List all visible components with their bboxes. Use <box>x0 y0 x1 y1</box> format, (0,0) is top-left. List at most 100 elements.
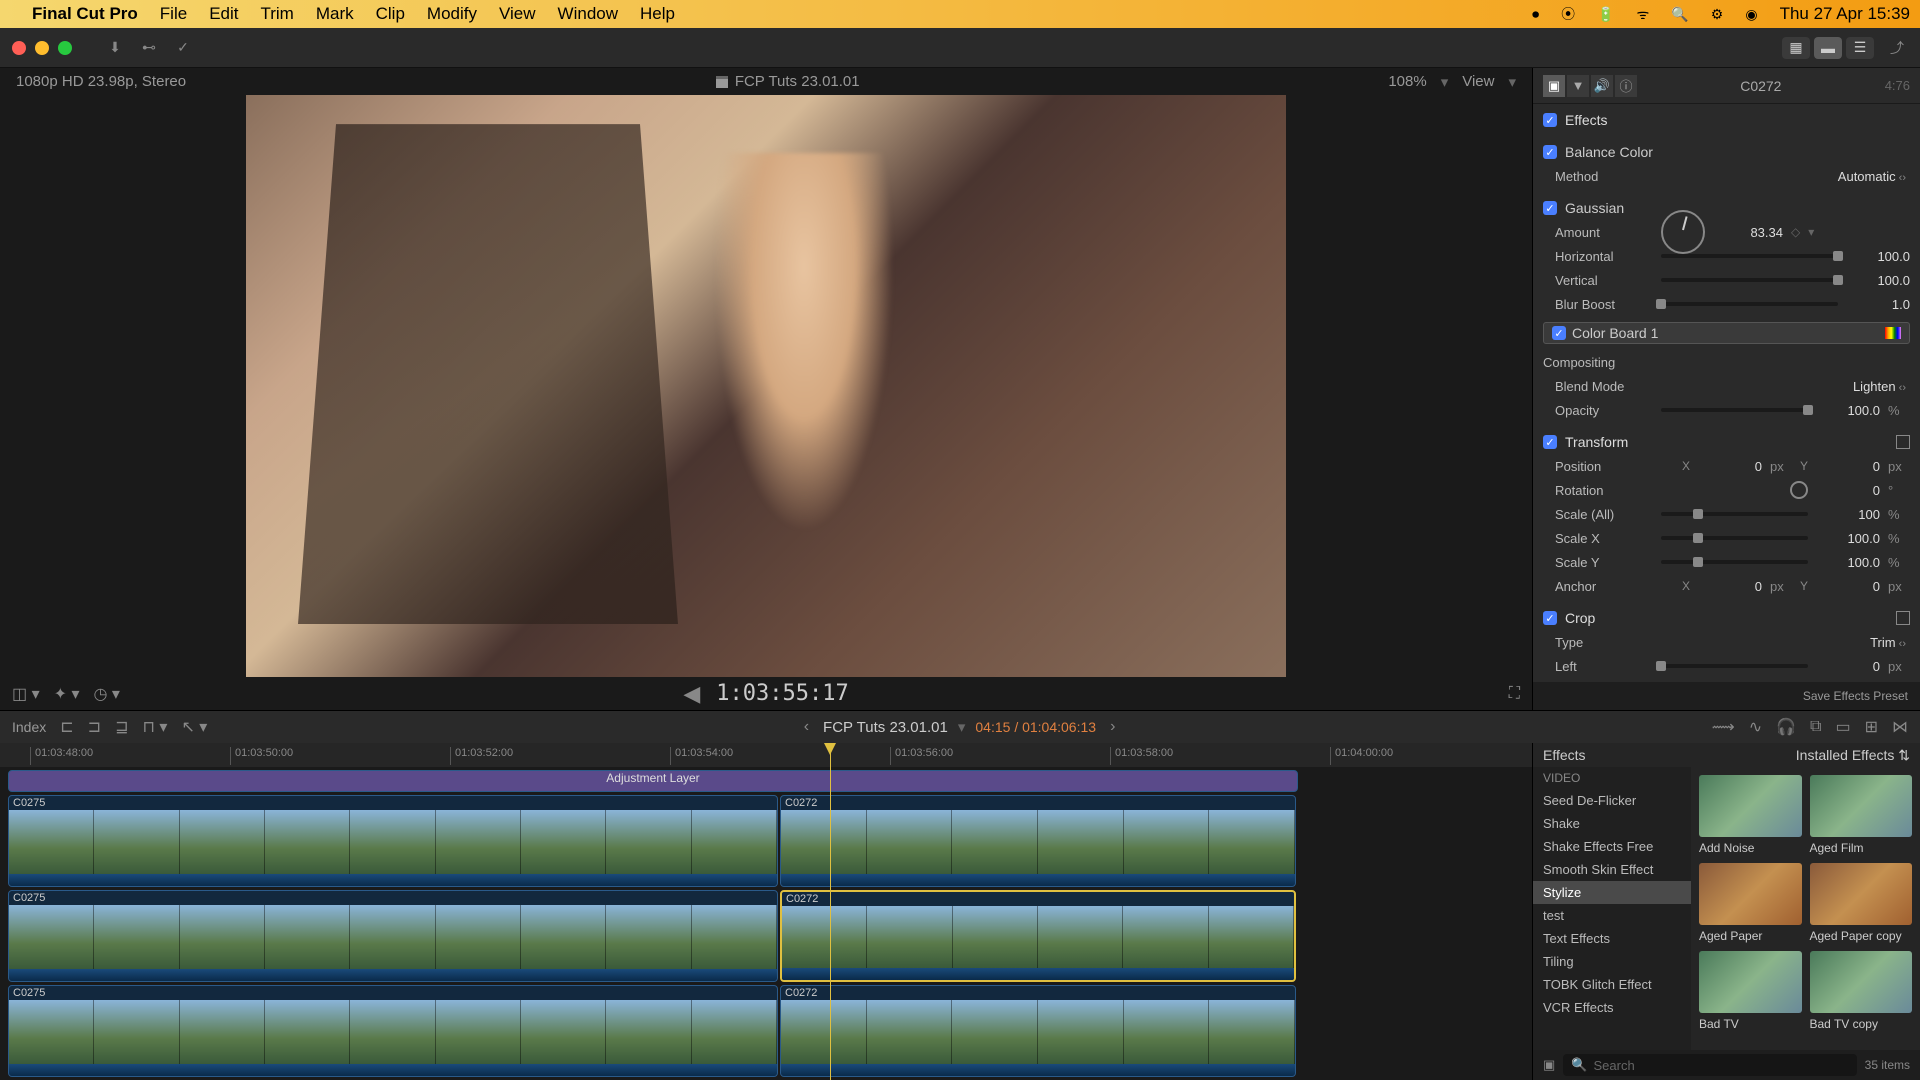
skimming-icon[interactable]: ⟿ <box>1712 717 1735 737</box>
view-menu[interactable]: View <box>1462 73 1494 90</box>
color-inspector-tab[interactable]: ▼ <box>1567 75 1589 97</box>
timeline-ruler[interactable]: 01:03:48:00 01:03:50:00 01:03:52:00 01:0… <box>0 743 1532 767</box>
installed-effects-dropdown[interactable]: Installed Effects ⇅ <box>1796 747 1910 764</box>
menubar-clock[interactable]: Thu 27 Apr 15:39 <box>1780 4 1910 24</box>
amount-keyframe-icon[interactable]: ◇ <box>1791 225 1800 239</box>
menu-modify[interactable]: Modify <box>427 4 477 24</box>
menu-trim[interactable]: Trim <box>260 4 293 24</box>
zoom-level[interactable]: 108% <box>1388 73 1426 90</box>
share-icon[interactable]: ⤴ <box>1886 37 1908 59</box>
rotation-dial[interactable] <box>1790 481 1808 499</box>
anchor-y-value[interactable]: 0 <box>1816 579 1880 594</box>
effect-item[interactable]: Aged Film <box>1810 775 1913 855</box>
battery-icon[interactable]: 🔋 <box>1597 6 1614 23</box>
clip-c0272-top[interactable]: C0272 <box>780 795 1296 887</box>
vertical-value[interactable]: 100.0 <box>1846 273 1910 288</box>
wifi-icon[interactable]: ᯤ <box>1637 5 1650 24</box>
opacity-value[interactable]: 100.0 <box>1816 403 1880 418</box>
overwrite-clip-icon[interactable]: ⊓ ▾ <box>142 717 167 737</box>
menu-help[interactable]: Help <box>640 4 675 24</box>
transitions-browser-icon[interactable]: ⋈ <box>1892 717 1908 737</box>
horizontal-value[interactable]: 100.0 <box>1846 249 1910 264</box>
menu-file[interactable]: File <box>160 4 187 24</box>
method-select[interactable]: Automatic <box>1661 169 1910 184</box>
play-backward-icon[interactable]: ◀ <box>683 681 700 707</box>
clip-c0275-mid[interactable]: C0275 <box>8 890 778 982</box>
blur-boost-value[interactable]: 1.0 <box>1846 297 1910 312</box>
layout-inspector-button[interactable]: ☰ <box>1846 37 1874 59</box>
fx-cat-item[interactable]: Tiling <box>1533 950 1691 973</box>
library-toggle-icon[interactable]: ▣ <box>1543 1057 1555 1073</box>
menu-clip[interactable]: Clip <box>376 4 405 24</box>
clip-c0275-bottom[interactable]: C0275 <box>8 985 778 1077</box>
effect-item[interactable]: Aged Paper copy <box>1810 863 1913 943</box>
fx-cat-item[interactable]: TOBK Glitch Effect <box>1533 973 1691 996</box>
amount-value[interactable]: 83.34 <box>1719 225 1783 240</box>
effect-item[interactable]: Add Noise <box>1699 775 1802 855</box>
timeline-next-icon[interactable]: › <box>1110 718 1115 736</box>
control-center-icon[interactable]: ⚙ <box>1711 6 1724 23</box>
snapping-icon[interactable]: ⧉ <box>1810 718 1821 736</box>
background-tasks-icon[interactable]: ✓ <box>172 37 194 59</box>
video-preview[interactable] <box>246 95 1286 677</box>
siri-icon[interactable]: ◉ <box>1745 6 1757 23</box>
blur-boost-slider[interactable] <box>1661 302 1838 306</box>
select-tool-icon[interactable]: ↖ ▾ <box>181 717 207 737</box>
insert-clip-icon[interactable]: ⊐ <box>88 717 101 737</box>
menu-window[interactable]: Window <box>558 4 618 24</box>
anchor-x-value[interactable]: 0 <box>1698 579 1762 594</box>
fx-cat-item[interactable]: Text Effects <box>1533 927 1691 950</box>
fullscreen-icon[interactable]: ⛶ <box>1509 685 1520 703</box>
append-clip-icon[interactable]: ⊒ <box>115 717 128 737</box>
menu-edit[interactable]: Edit <box>209 4 238 24</box>
record-icon[interactable]: ⏺ <box>1532 6 1539 23</box>
blend-mode-select[interactable]: Lighten <box>1661 379 1910 394</box>
solo-icon[interactable]: 🎧 <box>1776 717 1796 737</box>
layout-browser-button[interactable]: ▦ <box>1782 37 1810 59</box>
horizontal-slider[interactable] <box>1661 254 1838 258</box>
fx-cat-item-active[interactable]: Stylize <box>1533 881 1691 904</box>
spotlight-icon[interactable]: 🔍 <box>1671 6 1688 23</box>
effect-item[interactable]: Bad TV copy <box>1810 951 1913 1031</box>
clip-c0275-top[interactable]: C0275 <box>8 795 778 887</box>
fullscreen-window-button[interactable] <box>58 41 72 55</box>
position-y-value[interactable]: 0 <box>1816 459 1880 474</box>
transform-checkbox[interactable]: ✓ <box>1543 435 1557 449</box>
crop-left-value[interactable]: 0 <box>1816 659 1880 674</box>
crop-checkbox[interactable]: ✓ <box>1543 611 1557 625</box>
color-board-row[interactable]: ✓ Color Board 1 <box>1543 322 1910 344</box>
rotation-value[interactable]: 0 <box>1816 483 1880 498</box>
fx-cat-item[interactable]: VCR Effects <box>1533 996 1691 1019</box>
transform-reset-icon[interactable] <box>1896 435 1910 449</box>
menu-view[interactable]: View <box>499 4 536 24</box>
scale-x-slider[interactable] <box>1661 536 1808 540</box>
fx-cat-item[interactable]: Shake <box>1533 812 1691 835</box>
index-button[interactable]: Index <box>12 719 46 735</box>
timeline-tracks[interactable]: 01:03:48:00 01:03:50:00 01:03:52:00 01:0… <box>0 743 1532 1080</box>
transform-tool-icon[interactable]: ◫ ▾ <box>12 684 40 704</box>
fx-cat-item[interactable]: Shake Effects Free <box>1533 835 1691 858</box>
audio-skimming-icon[interactable]: ∿ <box>1749 717 1762 737</box>
close-window-button[interactable] <box>12 41 26 55</box>
fx-cat-item[interactable]: test <box>1533 904 1691 927</box>
save-effects-preset-button[interactable]: Save Effects Preset <box>1803 689 1908 703</box>
amount-dial[interactable] <box>1661 210 1705 254</box>
timeline-project-name[interactable]: FCP Tuts 23.01.01 <box>823 719 948 736</box>
fx-cat-item[interactable]: Seed De-Flicker <box>1533 789 1691 812</box>
clip-c0272-selected[interactable]: C0272 <box>780 890 1296 982</box>
import-icon[interactable]: ⬇ <box>104 37 126 59</box>
scale-y-value[interactable]: 100.0 <box>1816 555 1880 570</box>
effect-item[interactable]: Bad TV <box>1699 951 1802 1031</box>
effects-browser-toggle-icon[interactable]: ⊞ <box>1865 717 1878 737</box>
balance-color-checkbox[interactable]: ✓ <box>1543 145 1557 159</box>
info-inspector-tab[interactable]: ⓘ <box>1615 75 1637 97</box>
connect-clip-icon[interactable]: ⊏ <box>60 717 73 737</box>
effects-checkbox[interactable]: ✓ <box>1543 113 1557 127</box>
enhance-tool-icon[interactable]: ✦ ▾ <box>54 684 80 704</box>
clip-c0272-bottom[interactable]: C0272 <box>780 985 1296 1077</box>
app-menu[interactable]: Final Cut Pro <box>32 4 138 24</box>
gaussian-checkbox[interactable]: ✓ <box>1543 201 1557 215</box>
scale-y-slider[interactable] <box>1661 560 1808 564</box>
vertical-slider[interactable] <box>1661 278 1838 282</box>
retime-tool-icon[interactable]: ◷ ▾ <box>93 684 119 704</box>
